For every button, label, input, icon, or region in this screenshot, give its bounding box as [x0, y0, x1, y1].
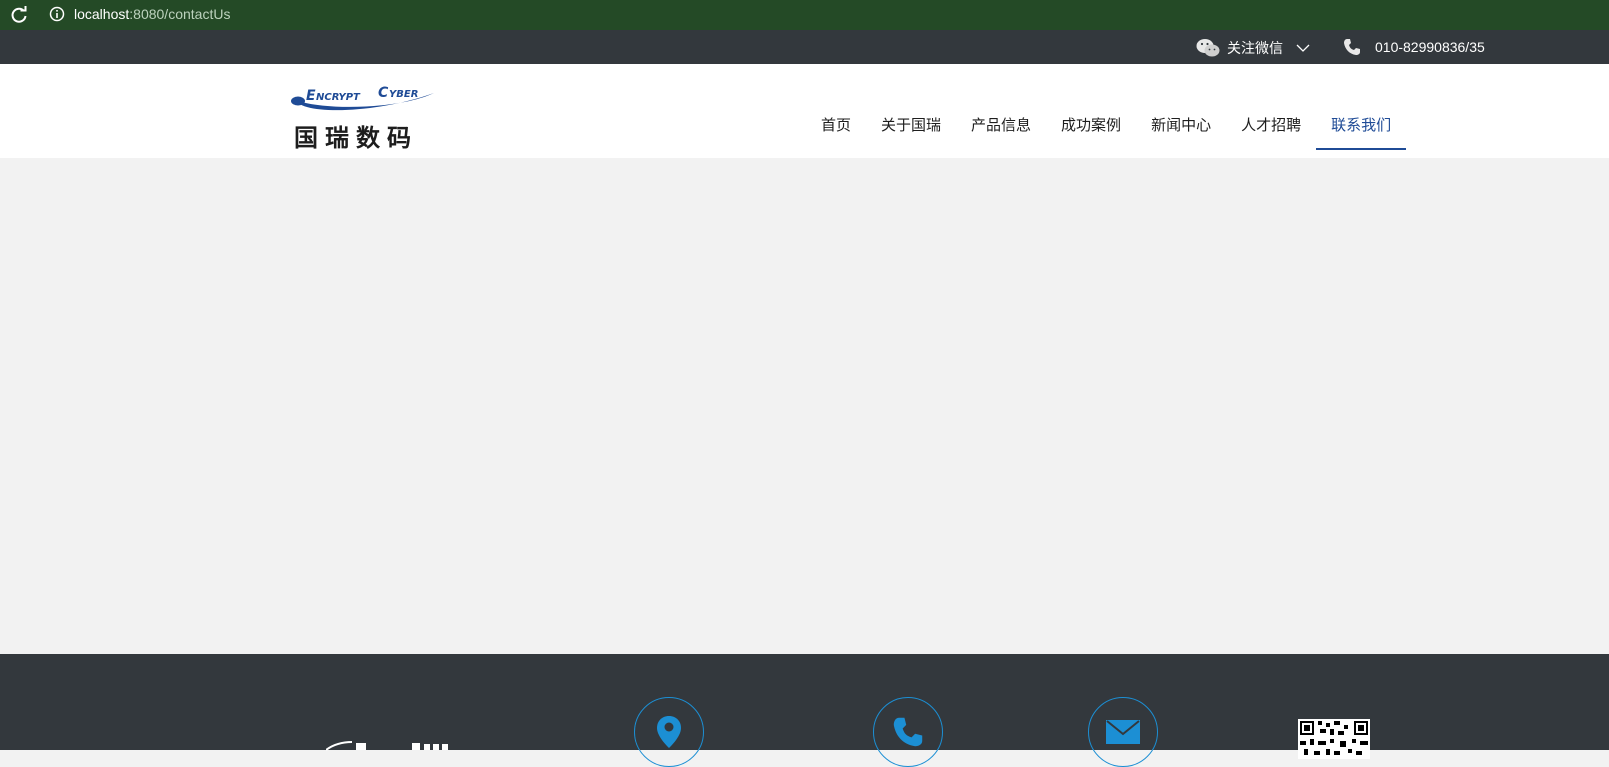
- nav-item-cases[interactable]: 成功案例: [1046, 112, 1136, 150]
- phone-contact: 010-82990836/35: [1343, 38, 1485, 56]
- wechat-icon: [1196, 39, 1220, 57]
- nav-item-home[interactable]: 首页: [806, 112, 866, 150]
- wechat-label: 关注微信: [1227, 40, 1283, 56]
- nav-item-contact[interactable]: 联系我们: [1316, 112, 1407, 150]
- reload-icon[interactable]: [10, 6, 28, 24]
- url-path: :8080/contactUs: [129, 6, 231, 22]
- svg-text:C: C: [378, 85, 389, 101]
- main-content-area: [0, 158, 1609, 654]
- site-info-icon[interactable]: [49, 6, 65, 22]
- main-navigation: 首页 关于国瑞 产品信息 成功案例 新闻中心 人才招聘 联系我们: [806, 112, 1407, 150]
- nav-item-about[interactable]: 关于国瑞: [866, 112, 956, 150]
- top-info-bar: 关注微信 010-82990836/35: [0, 30, 1609, 64]
- email-icon: [1088, 697, 1158, 767]
- phone-circle-icon: [873, 697, 943, 767]
- phone-icon: [1344, 39, 1360, 55]
- logo-chinese-text: 国瑞数码: [294, 125, 418, 152]
- svg-text:YBER: YBER: [389, 89, 418, 100]
- chevron-down-icon: [1296, 44, 1310, 52]
- wechat-qr-code: [1298, 719, 1370, 759]
- nav-item-careers[interactable]: 人才招聘: [1226, 112, 1316, 150]
- svg-text:E: E: [306, 88, 316, 104]
- address-url[interactable]: localhost:8080/contactUs: [74, 6, 230, 22]
- browser-address-bar: localhost:8080/contactUs: [0, 0, 1609, 30]
- url-host: localhost: [74, 6, 130, 22]
- location-icon: [634, 697, 704, 767]
- svg-text:NCRYPT: NCRYPT: [316, 92, 361, 103]
- nav-item-products[interactable]: 产品信息: [956, 112, 1046, 150]
- nav-item-news[interactable]: 新闻中心: [1136, 112, 1226, 150]
- phone-number: 010-82990836/35: [1375, 39, 1485, 55]
- footer-logo: [326, 741, 448, 751]
- wechat-follow[interactable]: 关注微信: [1196, 38, 1310, 58]
